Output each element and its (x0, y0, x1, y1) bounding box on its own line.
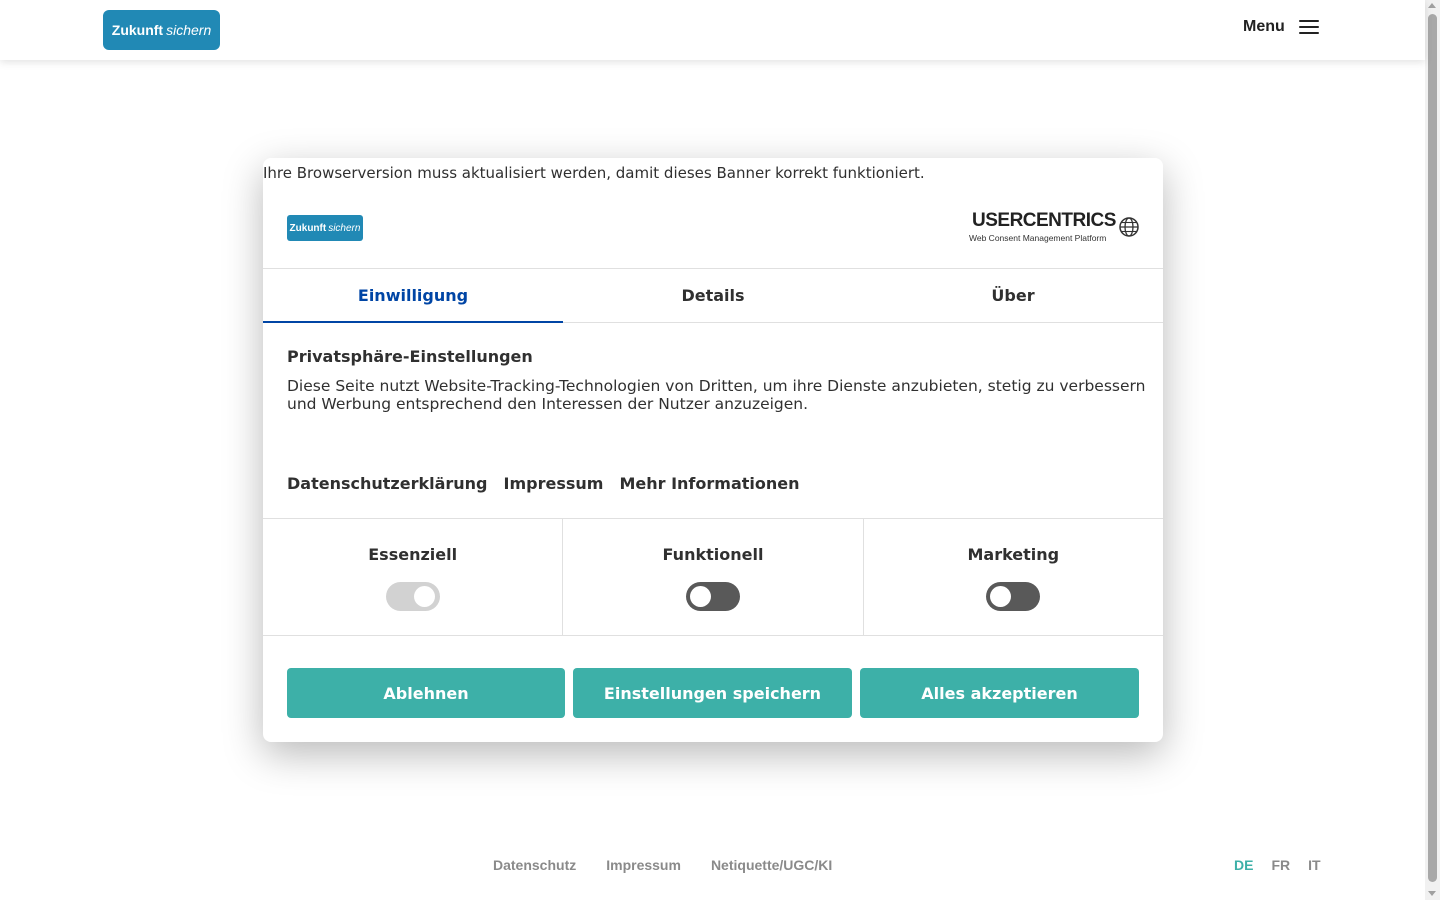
footer-links: Datenschutz Impressum Netiquette/UGC/KI (493, 857, 832, 873)
usercentrics-brand: USERCENTRICS Web Consent Management Plat… (969, 211, 1116, 244)
site-header: Zukunft sichern Menu (0, 0, 1425, 60)
category-essenziell: Essenziell (263, 519, 564, 635)
language-switcher: DE FR IT (1234, 857, 1321, 873)
funktionell-toggle[interactable] (685, 582, 740, 611)
tab-details[interactable]: Details (563, 269, 863, 322)
footer-link-datenschutz[interactable]: Datenschutz (493, 857, 576, 873)
consent-links: Datenschutzerklärung Impressum Mehr Info… (287, 474, 800, 493)
logo-bold-text: Zukunft (111, 22, 164, 38)
footer-link-netiquette[interactable]: Netiquette/UGC/KI (711, 857, 832, 873)
menu-label: Menu (1243, 18, 1285, 35)
page-scrollbar[interactable] (1425, 0, 1440, 900)
privacy-settings-text: Diese Seite nutzt Website-Tracking-Techn… (287, 377, 1146, 413)
usercentrics-name: USERCENTRICS (972, 210, 1116, 231)
menu-button[interactable]: Menu (1243, 18, 1319, 36)
accept-all-button[interactable]: Alles akzeptieren (860, 668, 1139, 718)
deny-button[interactable]: Ablehnen (287, 668, 565, 718)
consent-logo-bold: Zukunft (289, 222, 327, 234)
lang-de[interactable]: DE (1234, 857, 1253, 873)
lang-fr[interactable]: FR (1271, 857, 1290, 873)
save-settings-button[interactable]: Einstellungen speichern (573, 668, 852, 718)
lang-it[interactable]: IT (1308, 857, 1320, 873)
logo-italic-text: sichern (166, 22, 212, 38)
scrollbar-thumb[interactable] (1428, 14, 1437, 882)
consent-categories: Essenziell Funktionell Marketing (263, 518, 1163, 636)
category-funktionell: Funktionell (563, 519, 864, 635)
consent-buttons: Ablehnen Einstellungen speichern Alles a… (287, 668, 1139, 718)
hamburger-icon (1298, 20, 1319, 34)
link-mehr-informationen[interactable]: Mehr Informationen (619, 474, 799, 493)
usercentrics-subtitle: Web Consent Management Platform (969, 233, 1107, 243)
consent-dialog: Ihre Browserversion muss aktualisiert we… (263, 158, 1163, 742)
tab-einwilligung[interactable]: Einwilligung (263, 269, 563, 323)
consent-site-logo: Zukunft sichern (287, 215, 363, 241)
marketing-toggle[interactable] (986, 582, 1041, 611)
category-label: Marketing (967, 545, 1060, 564)
essenziell-toggle (385, 582, 440, 611)
scroll-down-icon[interactable] (1428, 891, 1436, 896)
site-logo[interactable]: Zukunft sichern (103, 10, 220, 50)
browser-update-note: Ihre Browserversion muss aktualisiert we… (263, 164, 925, 182)
link-impressum[interactable]: Impressum (504, 474, 604, 493)
consent-tabs: Einwilligung Details Über (263, 268, 1163, 323)
category-label: Essenziell (368, 545, 458, 564)
globe-icon[interactable] (1118, 216, 1140, 238)
scroll-up-icon[interactable] (1428, 3, 1436, 8)
category-marketing: Marketing (864, 519, 1163, 635)
consent-logo-italic: sichern (328, 222, 361, 234)
category-label: Funktionell (662, 545, 764, 564)
privacy-settings-title: Privatsphäre-Einstellungen (287, 347, 533, 366)
footer-link-impressum[interactable]: Impressum (606, 857, 681, 873)
link-datenschutzerklaerung[interactable]: Datenschutzerklärung (287, 474, 488, 493)
tab-ueber[interactable]: Über (863, 269, 1163, 322)
